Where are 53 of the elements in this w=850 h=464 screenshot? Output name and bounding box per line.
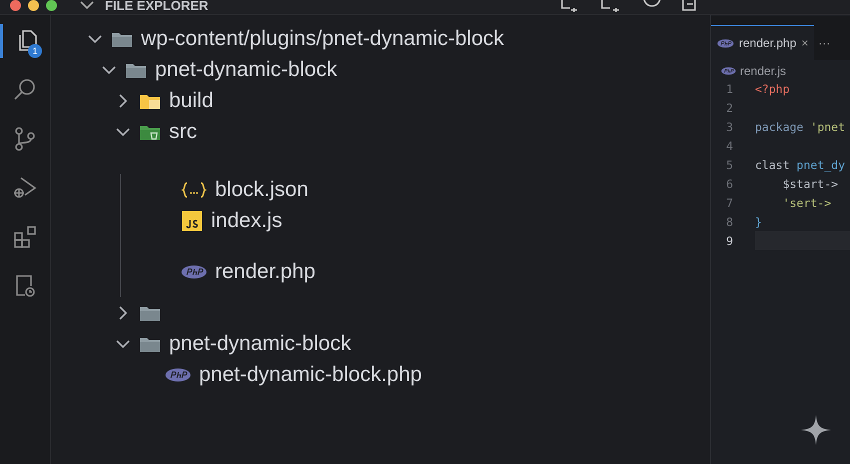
file-row[interactable]: pnet-dynamic-block.php [51, 359, 710, 390]
json-file-icon [181, 180, 207, 198]
maximize-button[interactable] [46, 0, 57, 10]
tab-label: render.php [739, 36, 796, 50]
extensions-icon [12, 224, 38, 250]
file-name: pnet-dynamic-block.php [199, 362, 422, 386]
chevron-icon [80, 0, 94, 10]
php-file-icon [181, 264, 207, 278]
folder-row[interactable]: build [51, 85, 710, 116]
php-file-icon [165, 368, 191, 382]
folder-row[interactable]: src [51, 116, 710, 147]
close-button[interactable] [10, 0, 21, 10]
file-row[interactable]: block.json [121, 174, 710, 205]
line-number: 8 [725, 214, 733, 228]
js-file-icon [181, 210, 203, 230]
line-number: 5 [725, 158, 733, 172]
sparkle-icon[interactable] [800, 414, 832, 446]
more-button[interactable]: ··· [814, 36, 830, 60]
minimize-button[interactable] [28, 0, 39, 10]
files-tab[interactable]: 1 [0, 24, 50, 58]
folder-row[interactable]: pnet-dynamic-block [51, 328, 710, 359]
breadcrumb[interactable]: render.js [740, 64, 786, 78]
file-name: render.php [215, 260, 316, 284]
folder-name: pnet-dynamic-block [169, 332, 352, 356]
php-file-icon [721, 67, 736, 75]
code-text: } [755, 214, 762, 228]
folder-name: src [169, 120, 197, 144]
file-name: index.js [211, 208, 282, 232]
line-number: 1 [725, 82, 733, 96]
php-file-icon [717, 38, 734, 48]
file-row[interactable]: index.js [121, 205, 710, 236]
code-text: 'sert-> [782, 196, 832, 210]
badge: 1 [28, 44, 42, 58]
file-name: block.json [215, 178, 308, 202]
code-text: clast pnet_dy [755, 158, 846, 172]
folder-row[interactable]: pnet-dynamic-block [51, 54, 710, 85]
close-button[interactable]: × [801, 36, 808, 50]
line-number: 6 [725, 176, 733, 190]
code-text: $start-> [782, 176, 838, 190]
code-text: <?php [755, 82, 790, 96]
line-number: 9 [725, 234, 733, 248]
window-title: FILE EXPLORER [105, 0, 208, 12]
code-text: package 'pnet [755, 120, 846, 134]
folder-name: build [169, 88, 214, 112]
line-number: 3 [725, 120, 733, 134]
editor-tab[interactable]: render.php × [711, 25, 814, 60]
folder-name: pnet-dynamic-block [155, 58, 338, 82]
folder-row[interactable]: wp-content/plugins/pnet-dynamic-block [51, 23, 710, 54]
line-number: 4 [725, 138, 733, 152]
file-row[interactable]: render.php [121, 256, 710, 287]
line-number: 2 [725, 100, 733, 114]
line-number: 7 [725, 196, 733, 210]
folder-name: wp-content/plugins/pnet-dynamic-block [141, 26, 504, 50]
